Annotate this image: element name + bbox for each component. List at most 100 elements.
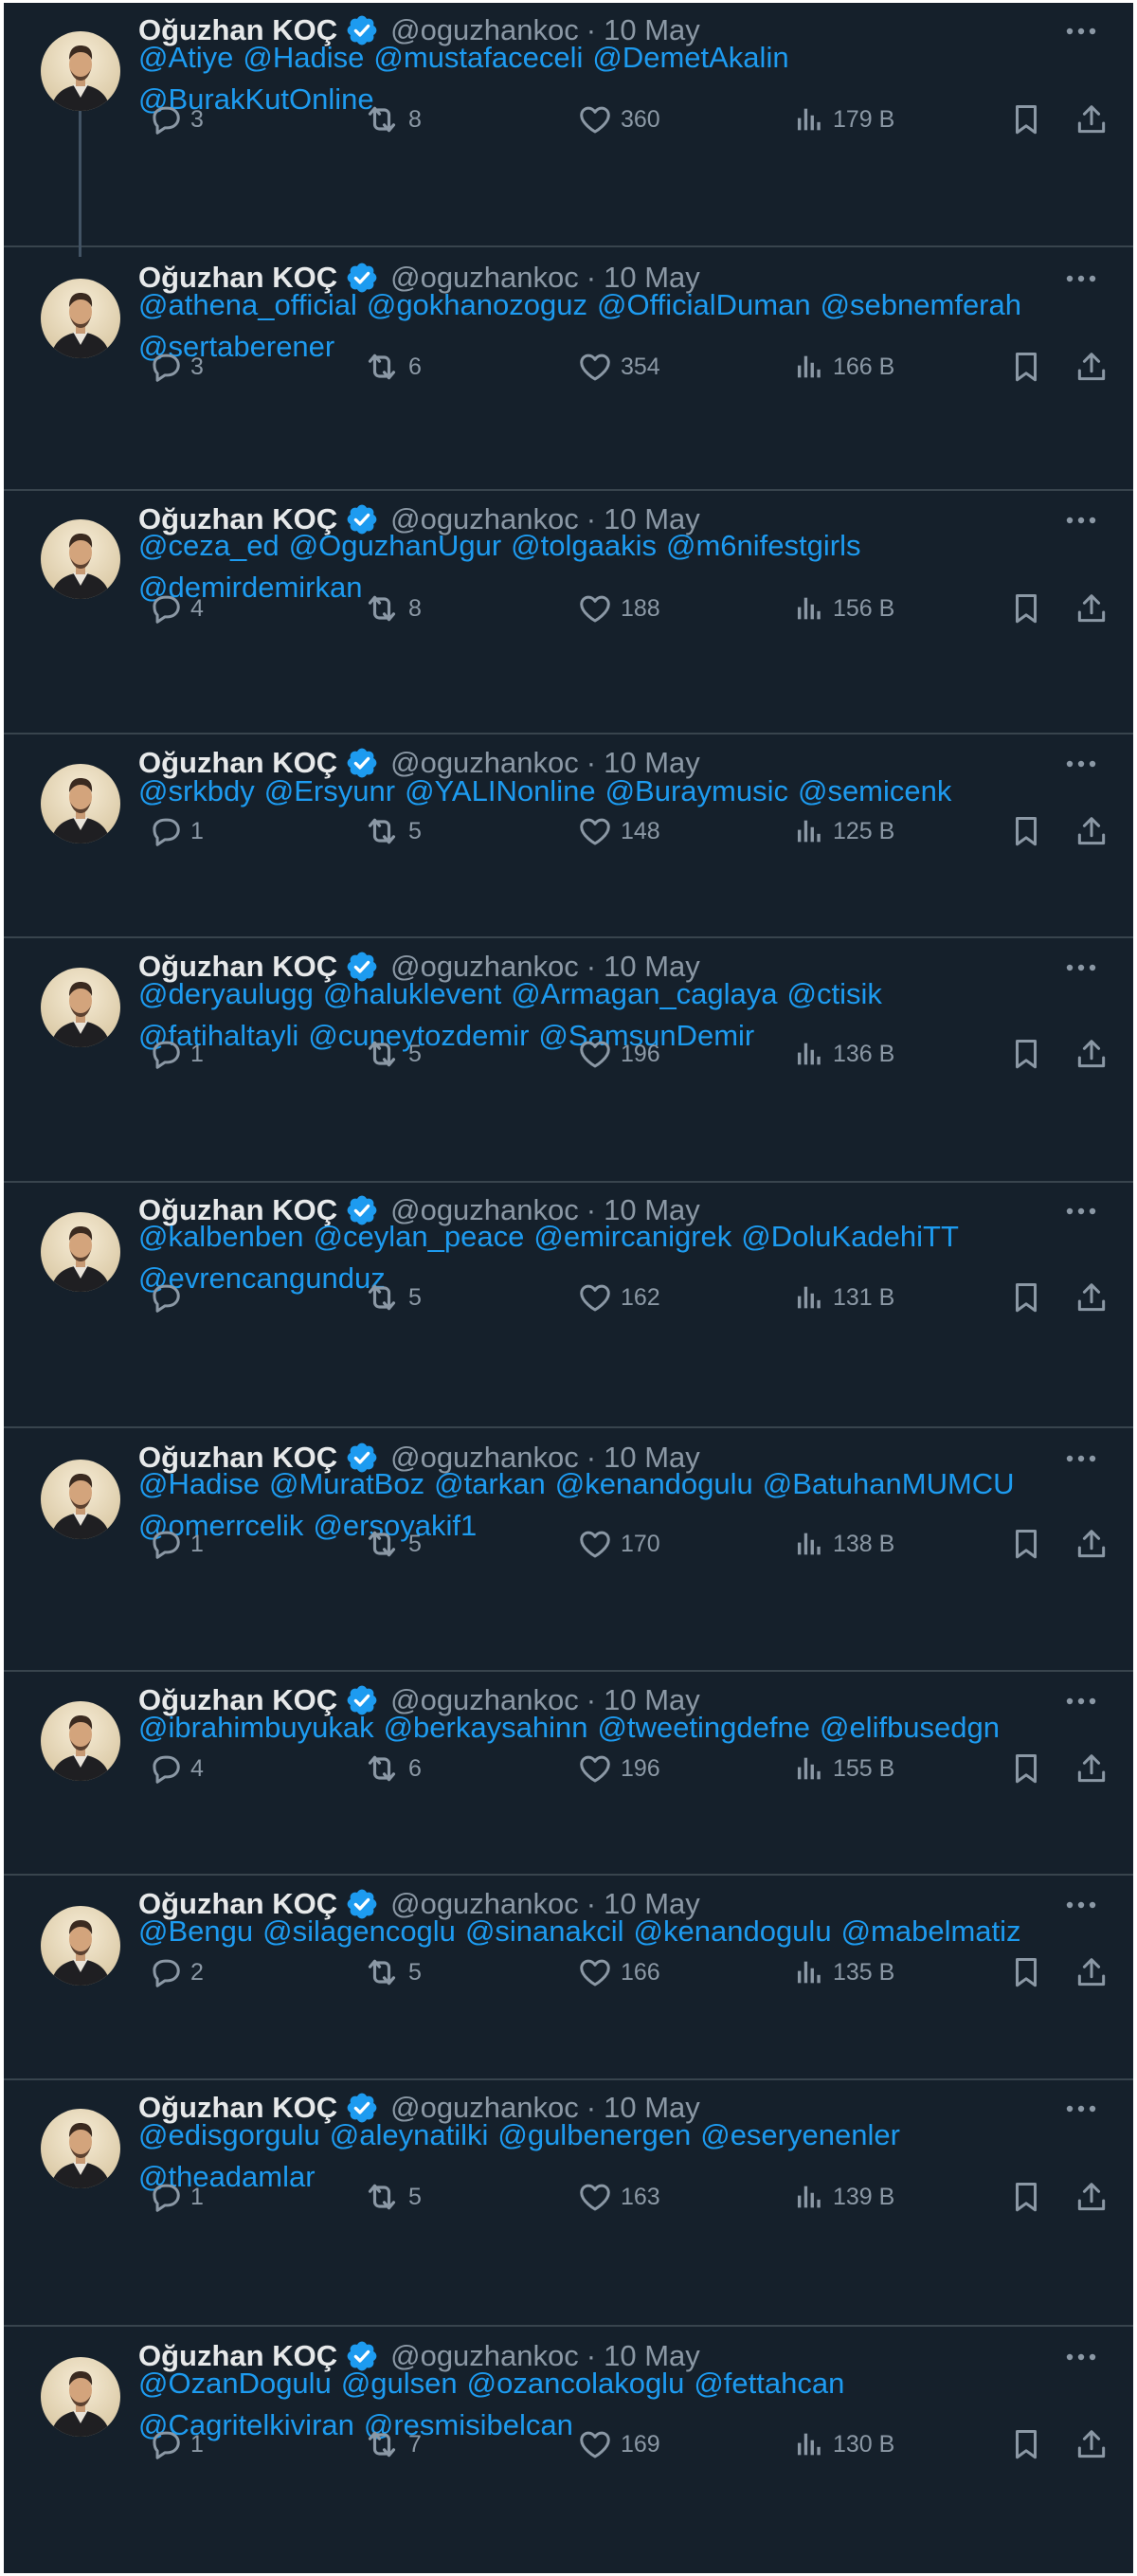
- retweet-button[interactable]: 7: [355, 2423, 422, 2465]
- like-button[interactable]: 354: [569, 346, 660, 388]
- like-button[interactable]: 170: [569, 1523, 660, 1565]
- mention-link[interactable]: @kenandogulu: [555, 1467, 753, 1500]
- like-button[interactable]: 162: [569, 1277, 660, 1318]
- reply-button[interactable]: 4: [139, 588, 204, 629]
- mention-link[interactable]: @ceylan_peace: [314, 1220, 525, 1253]
- mention-link[interactable]: @elifbusedgn: [820, 1711, 1000, 1744]
- share-button[interactable]: [1066, 1748, 1110, 1789]
- views-button[interactable]: 136 B: [785, 1033, 894, 1075]
- bookmark-button[interactable]: [1001, 346, 1044, 388]
- mention-link[interactable]: @tweetingdefne: [597, 1711, 810, 1744]
- tweet[interactable]: Oğuzhan KOÇ @oguzhankoc · 10 May @kalbenben @…: [4, 1183, 1133, 1428]
- share-button[interactable]: [1066, 1523, 1110, 1565]
- bookmark-button[interactable]: [1001, 2423, 1044, 2465]
- mention-link[interactable]: @tarkan: [434, 1467, 546, 1500]
- mention-link[interactable]: @athena_official: [138, 288, 357, 321]
- mention-link[interactable]: @kenandogulu: [634, 1914, 832, 1948]
- mention-link[interactable]: @fettahcan: [694, 2367, 844, 2400]
- mention-link[interactable]: @ozancolakoglu: [467, 2367, 685, 2400]
- mention-link[interactable]: @YALINonline: [405, 774, 596, 807]
- mention-link[interactable]: @Bengu: [138, 1914, 253, 1948]
- retweet-button[interactable]: 5: [355, 1277, 422, 1318]
- views-button[interactable]: 131 B: [785, 1277, 894, 1318]
- mention-link[interactable]: @Buraymusic: [605, 774, 788, 807]
- views-button[interactable]: 156 B: [785, 588, 894, 629]
- share-button[interactable]: [1066, 2176, 1110, 2218]
- bookmark-button[interactable]: [1001, 810, 1044, 852]
- mention-link[interactable]: @gulbenergen: [497, 2118, 691, 2151]
- mention-link[interactable]: @gokhanozoguz: [367, 288, 587, 321]
- mention-link[interactable]: @srkbdy: [138, 774, 255, 807]
- bookmark-button[interactable]: [1001, 99, 1044, 140]
- like-button[interactable]: 196: [569, 1033, 660, 1075]
- tweet[interactable]: Oğuzhan KOÇ @oguzhankoc · 10 May @Atiye @Hadi…: [4, 3, 1133, 257]
- like-button[interactable]: 169: [569, 2423, 660, 2465]
- tweet[interactable]: Oğuzhan KOÇ @oguzhankoc · 10 May @edisgorgul…: [4, 2080, 1133, 2327]
- reply-button[interactable]: 1: [139, 1523, 204, 1565]
- like-button[interactable]: 196: [569, 1748, 660, 1789]
- mention-link[interactable]: @DoluKadehiTT: [741, 1220, 959, 1253]
- mention-link[interactable]: @gulsen: [341, 2367, 458, 2400]
- mention-link[interactable]: @Hadise: [138, 1467, 260, 1500]
- mention-link[interactable]: @aleynatilki: [330, 2118, 489, 2151]
- mention-link[interactable]: @mustafaceceli: [373, 41, 583, 74]
- bookmark-button[interactable]: [1001, 1748, 1044, 1789]
- tweet[interactable]: Oğuzhan KOÇ @oguzhankoc · 10 May @OzanDogulu…: [4, 2327, 1133, 2573]
- tweet[interactable]: Oğuzhan KOÇ @oguzhankoc · 10 May @ibrahimbuy…: [4, 1672, 1133, 1876]
- mention-link[interactable]: @OzanDogulu: [138, 2367, 332, 2400]
- views-button[interactable]: 155 B: [785, 1748, 894, 1789]
- views-button[interactable]: 138 B: [785, 1523, 894, 1565]
- reply-button[interactable]: 2: [139, 1951, 204, 1993]
- like-button[interactable]: 166: [569, 1951, 660, 1993]
- views-button[interactable]: 179 B: [785, 99, 894, 140]
- tweet[interactable]: Oğuzhan KOÇ @oguzhankoc · 10 May @srkbdy @Ers…: [4, 735, 1133, 938]
- retweet-button[interactable]: 8: [355, 588, 422, 629]
- mention-link[interactable]: @Ersyunr: [264, 774, 395, 807]
- mention-link[interactable]: @semicenk: [798, 774, 951, 807]
- mention-link[interactable]: @kalbenben: [138, 1220, 304, 1253]
- bookmark-button[interactable]: [1001, 1033, 1044, 1075]
- tweet[interactable]: Oğuzhan KOÇ @oguzhankoc · 10 May @Bengu @sila…: [4, 1876, 1133, 2080]
- share-button[interactable]: [1066, 810, 1110, 852]
- share-button[interactable]: [1066, 2423, 1110, 2465]
- mention-link[interactable]: @m6nifestgirls: [666, 529, 860, 562]
- views-button[interactable]: 139 B: [785, 2176, 894, 2218]
- mention-link[interactable]: @DemetAkalin: [592, 41, 788, 74]
- tweet[interactable]: Oğuzhan KOÇ @oguzhankoc · 10 May @ceza_ed @Og…: [4, 491, 1133, 735]
- reply-button[interactable]: 4: [139, 1748, 204, 1789]
- retweet-button[interactable]: 5: [355, 1951, 422, 1993]
- retweet-button[interactable]: 5: [355, 1523, 422, 1565]
- mention-link[interactable]: @tolgaakis: [511, 529, 657, 562]
- mention-link[interactable]: @OguzhanUgur: [289, 529, 501, 562]
- like-button[interactable]: 360: [569, 99, 660, 140]
- retweet-button[interactable]: 5: [355, 2176, 422, 2218]
- mention-link[interactable]: @sebnemferah: [821, 288, 1021, 321]
- mention-link[interactable]: @silagencoglu: [262, 1914, 456, 1948]
- reply-button[interactable]: 3: [139, 346, 204, 388]
- like-button[interactable]: 163: [569, 2176, 660, 2218]
- mention-link[interactable]: @Armagan_caglaya: [511, 977, 777, 1010]
- reply-button[interactable]: 3: [139, 99, 204, 140]
- views-button[interactable]: 125 B: [785, 810, 894, 852]
- mention-link[interactable]: @ibrahimbuyukak: [138, 1711, 374, 1744]
- like-button[interactable]: 188: [569, 588, 660, 629]
- retweet-button[interactable]: 6: [355, 1748, 422, 1789]
- bookmark-button[interactable]: [1001, 588, 1044, 629]
- mention-link[interactable]: @MuratBoz: [269, 1467, 424, 1500]
- mention-link[interactable]: @deryaulugg: [138, 977, 314, 1010]
- mention-link[interactable]: @ctisik: [787, 977, 882, 1010]
- reply-button[interactable]: [139, 1277, 183, 1318]
- tweet[interactable]: Oğuzhan KOÇ @oguzhankoc · 10 May @athena_off…: [4, 247, 1133, 491]
- bookmark-button[interactable]: [1001, 2176, 1044, 2218]
- reply-button[interactable]: 1: [139, 2423, 204, 2465]
- like-button[interactable]: 148: [569, 810, 660, 852]
- mention-link[interactable]: @berkaysahinn: [384, 1711, 588, 1744]
- share-button[interactable]: [1066, 1033, 1110, 1075]
- mention-link[interactable]: @OfficialDuman: [597, 288, 811, 321]
- mention-link[interactable]: @Hadise: [243, 41, 364, 74]
- reply-button[interactable]: 1: [139, 2176, 204, 2218]
- views-button[interactable]: 135 B: [785, 1951, 894, 1993]
- retweet-button[interactable]: 8: [355, 99, 422, 140]
- mention-link[interactable]: @Atiye: [138, 41, 233, 74]
- bookmark-button[interactable]: [1001, 1951, 1044, 1993]
